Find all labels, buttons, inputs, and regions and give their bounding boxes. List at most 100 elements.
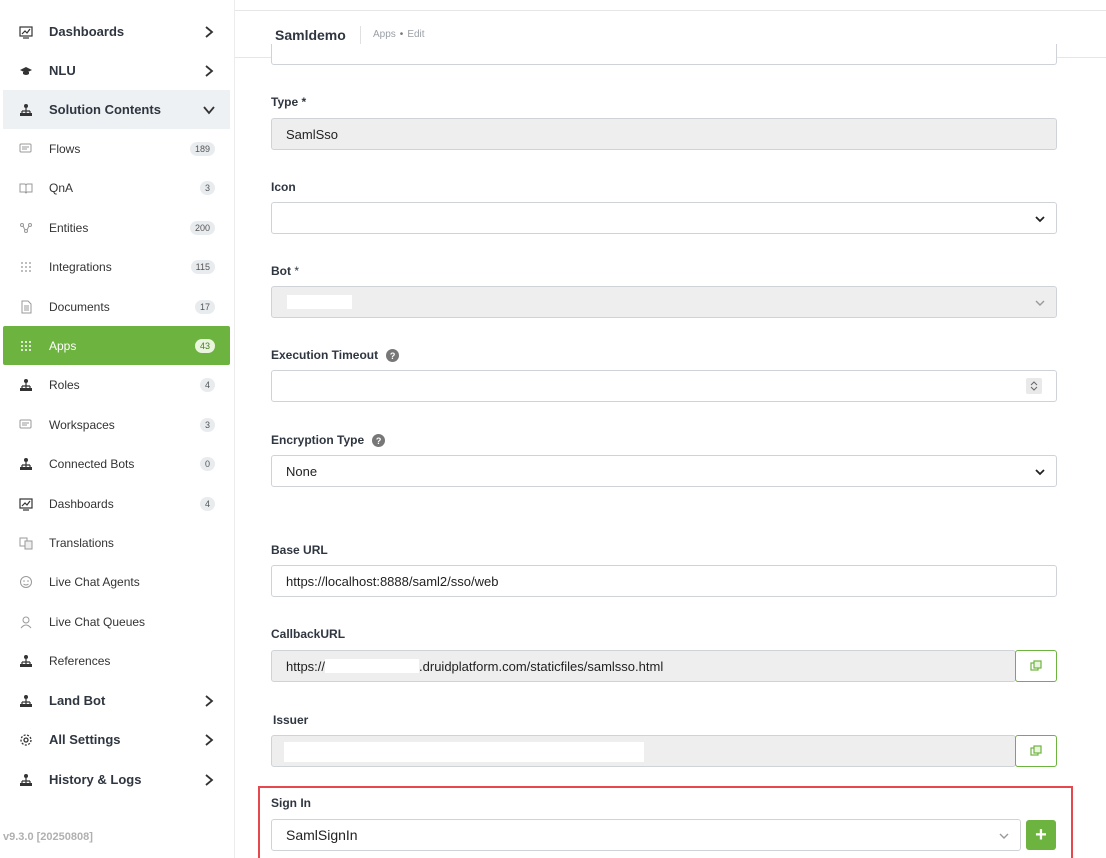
count-badge: 115 bbox=[190, 259, 215, 274]
copy-issuer-button[interactable] bbox=[1015, 735, 1057, 767]
icon-select[interactable] bbox=[271, 202, 1057, 234]
callback-url-label: CallbackURL bbox=[271, 627, 346, 641]
graduation-cap-icon bbox=[18, 63, 34, 79]
sidebar-item-workspaces[interactable]: Workspaces 3 bbox=[3, 405, 230, 444]
sidebar-item-label: References bbox=[49, 653, 111, 668]
hierarchy-icon bbox=[18, 772, 34, 788]
sidebar-item-label: Entities bbox=[49, 220, 89, 235]
copy-callback-button[interactable] bbox=[1015, 650, 1057, 682]
chevron-down-icon bbox=[1035, 469, 1045, 476]
chat-icon bbox=[18, 141, 34, 157]
sidebar-item-label: Solution Contents bbox=[49, 102, 161, 117]
sidebar-item-land-bot[interactable]: Land Bot bbox=[3, 681, 230, 720]
sidebar-item-qna[interactable]: QnA 3 bbox=[3, 168, 230, 207]
encryption-type-label: Encryption Type? bbox=[271, 433, 386, 448]
sidebar-item-entities[interactable]: Entities 200 bbox=[3, 208, 230, 247]
issuer-label: Issuer bbox=[273, 713, 309, 727]
count-badge: 4 bbox=[199, 496, 215, 511]
sidebar-item-flows[interactable]: Flows 189 bbox=[3, 129, 230, 168]
chevron-right-icon bbox=[202, 694, 216, 708]
redacted-host bbox=[325, 659, 420, 673]
sidebar-item-live-chat-queues[interactable]: Live Chat Queues bbox=[3, 602, 230, 641]
count-badge: 3 bbox=[199, 417, 215, 432]
chevron-right-icon bbox=[202, 64, 216, 78]
bot-select bbox=[271, 286, 1057, 318]
count-badge: 17 bbox=[194, 299, 215, 314]
chevron-down-icon bbox=[202, 103, 216, 117]
breadcrumb-apps[interactable]: Apps bbox=[373, 29, 396, 40]
previous-field-input[interactable] bbox=[271, 44, 1057, 65]
sidebar-item-label: QnA bbox=[49, 180, 74, 195]
hierarchy-icon bbox=[18, 377, 34, 393]
encryption-type-select[interactable]: None bbox=[271, 455, 1057, 487]
chart-icon bbox=[18, 24, 34, 40]
sidebar-item-label: Translations bbox=[49, 535, 114, 550]
breadcrumb-dot: • bbox=[399, 29, 404, 40]
chart-icon bbox=[18, 496, 34, 512]
sidebar-item-label: Documents bbox=[49, 299, 110, 314]
help-icon[interactable]: ? bbox=[386, 349, 400, 363]
number-spinner-icon[interactable] bbox=[1026, 378, 1042, 394]
icon-label: Icon bbox=[271, 180, 296, 194]
agent-icon bbox=[18, 574, 34, 590]
sidebar-item-integrations[interactable]: Integrations 115 bbox=[3, 247, 230, 286]
chat-icon bbox=[18, 417, 34, 433]
chevron-right-icon bbox=[202, 733, 216, 747]
count-badge: 4 bbox=[199, 377, 215, 392]
sidebar-item-history-logs[interactable]: History & Logs bbox=[3, 760, 230, 799]
hierarchy-icon bbox=[18, 102, 34, 118]
sidebar-item-dashboards[interactable]: Dashboards 4 bbox=[3, 484, 230, 523]
sidebar-item-label: NLU bbox=[49, 63, 76, 78]
sidebar-item-apps[interactable]: Apps 43 bbox=[3, 326, 230, 365]
page-title: Samldemo bbox=[275, 27, 346, 43]
sidebar-item-all-settings[interactable]: All Settings bbox=[3, 720, 230, 759]
sidebar-item-label: History & Logs bbox=[49, 772, 142, 787]
redacted-issuer bbox=[284, 742, 644, 762]
sidebar-item-label: Dashboards bbox=[49, 496, 114, 511]
sidebar-item-nlu[interactable]: NLU bbox=[3, 51, 230, 90]
sidebar-item-label: Connected Bots bbox=[49, 456, 135, 471]
base-url-input[interactable]: https://localhost:8888/saml2/sso/web bbox=[271, 565, 1057, 597]
chevron-right-icon bbox=[202, 773, 216, 787]
header-separator bbox=[360, 26, 361, 46]
sidebar-item-label: Roles bbox=[49, 377, 80, 392]
sidebar-item-solution-contents[interactable]: Solution Contents bbox=[3, 90, 230, 129]
breadcrumb-edit: Edit bbox=[407, 29, 425, 40]
encryption-type-value: None bbox=[286, 463, 318, 479]
count-badge: 189 bbox=[189, 141, 215, 156]
bot-label: Bot * bbox=[271, 264, 300, 278]
hierarchy-icon bbox=[18, 693, 34, 709]
document-icon bbox=[18, 299, 34, 315]
hierarchy-icon bbox=[18, 456, 34, 472]
sidebar-item-live-chat-agents[interactable]: Live Chat Agents bbox=[3, 562, 230, 601]
version-label: v9.3.0 [20250808] bbox=[3, 831, 93, 843]
issuer-input bbox=[271, 735, 1016, 767]
sign-in-value: SamlSignIn bbox=[286, 827, 358, 843]
sidebar-item-label: Workspaces bbox=[49, 417, 115, 432]
sidebar-item-label: Land Bot bbox=[49, 693, 106, 708]
callback-url-input: https:// .druidplatform.com/staticfiles/… bbox=[271, 650, 1016, 682]
count-badge: 43 bbox=[194, 338, 215, 353]
help-icon[interactable]: ? bbox=[372, 434, 386, 448]
sidebar: Dashboards NLU Solution Contents Flows 189 Qn… bbox=[0, 0, 235, 858]
sidebar-item-references[interactable]: References bbox=[3, 641, 230, 680]
execution-timeout-label: Execution Timeout? bbox=[271, 348, 400, 363]
type-input: SamlSso bbox=[271, 118, 1057, 150]
sidebar-item-roles[interactable]: Roles 4 bbox=[3, 365, 230, 404]
count-badge: 0 bbox=[199, 456, 215, 471]
sidebar-item-documents[interactable]: Documents 17 bbox=[3, 287, 230, 326]
chevron-down-icon bbox=[999, 833, 1009, 839]
sidebar-item-label: Flows bbox=[49, 141, 81, 156]
add-sign-in-button[interactable]: + bbox=[1026, 820, 1056, 850]
sidebar-item-dashboards[interactable]: Dashboards bbox=[3, 12, 230, 51]
sidebar-item-label: Dashboards bbox=[49, 24, 125, 39]
sidebar-item-connected-bots[interactable]: Connected Bots 0 bbox=[3, 444, 230, 483]
gear-icon bbox=[18, 732, 34, 748]
sidebar-item-translations[interactable]: Translations bbox=[3, 523, 230, 562]
sign-in-select[interactable]: SamlSignIn bbox=[271, 819, 1021, 851]
execution-timeout-input[interactable] bbox=[271, 370, 1057, 402]
count-badge: 200 bbox=[189, 220, 215, 235]
translate-icon bbox=[18, 535, 34, 551]
sidebar-item-label: Live Chat Agents bbox=[49, 574, 140, 589]
copy-icon bbox=[1030, 745, 1042, 756]
